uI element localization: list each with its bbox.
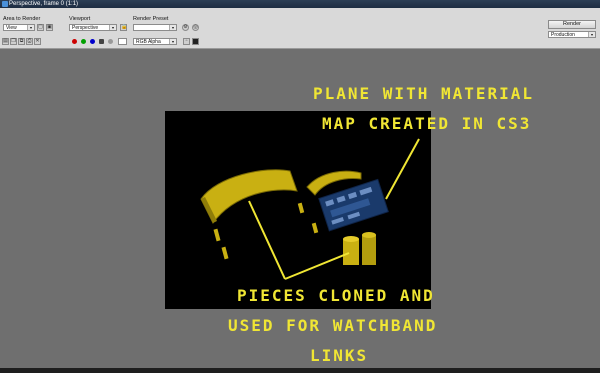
render-preset-dropdown[interactable]: ▾ xyxy=(133,24,177,31)
link-pin xyxy=(311,222,319,234)
taskbar-strip xyxy=(0,368,600,373)
render-viewport xyxy=(165,111,431,309)
viewport-value: Perspective xyxy=(72,25,99,31)
swatch-icon[interactable] xyxy=(118,38,127,45)
display-channel-value: RGB Alpha xyxy=(136,39,161,45)
cylinder-link xyxy=(343,232,376,265)
watch-face-plane xyxy=(318,178,389,232)
annotation-plane-line-2: MAP CREATED IN CS3 xyxy=(322,114,532,133)
production-value: Production xyxy=(551,32,575,38)
save-image-icon[interactable]: ▤ xyxy=(2,38,9,45)
annotation-pieces-line-2: USED FOR WATCHBAND xyxy=(228,316,438,335)
auto-region-button[interactable]: ▣ xyxy=(46,24,53,31)
area-to-render-label: Area to Render xyxy=(3,16,41,22)
band-piece-large xyxy=(200,169,298,224)
chevron-down-icon: ▾ xyxy=(27,25,34,30)
alpha-channel-icon[interactable] xyxy=(99,39,104,44)
environment-icon[interactable]: ◎ xyxy=(192,24,199,31)
annotation-pieces-line-3: LINKS xyxy=(310,346,369,365)
monochrome-icon[interactable] xyxy=(108,39,113,44)
viewport-dropdown[interactable]: Perspective ▾ xyxy=(69,24,117,31)
toggle-ui-icon[interactable] xyxy=(192,38,199,45)
title-bar: Perspective, frame 0 (1:1) xyxy=(0,0,600,8)
link-pin xyxy=(297,202,305,214)
lock-icon[interactable]: 🔒 xyxy=(120,24,127,31)
clear-icon[interactable]: ✕ xyxy=(34,38,41,45)
render-button[interactable]: Render xyxy=(548,20,596,29)
chevron-down-icon: ▾ xyxy=(109,25,116,30)
viewport-label: Viewport xyxy=(69,16,91,22)
chevron-down-icon: ▾ xyxy=(169,25,176,30)
app-icon xyxy=(2,1,8,7)
area-to-render-value: View xyxy=(6,25,17,31)
edit-region-button[interactable]: ▢ xyxy=(37,24,44,31)
scene-render xyxy=(200,138,420,280)
blue-channel-icon[interactable] xyxy=(90,39,95,44)
render-preset-label: Render Preset xyxy=(133,16,169,22)
chevron-down-icon: ▾ xyxy=(588,32,595,37)
render-setup-icon[interactable]: ⚙ xyxy=(182,24,189,31)
annotation-plane-line-1: PLANE WITH MATERIAL xyxy=(313,84,535,103)
clone-frame-icon[interactable]: ⧉ xyxy=(18,38,25,45)
chevron-down-icon: ▾ xyxy=(169,39,176,44)
display-channel-dropdown[interactable]: RGB Alpha ▾ xyxy=(133,38,177,45)
window-title: Perspective, frame 0 (1:1) xyxy=(9,1,79,7)
annotation-pieces-line-1: PIECES CLONED AND xyxy=(237,286,435,305)
pointer-line xyxy=(385,138,420,200)
render-toolbar: Area to Render View ▾ ▢ ▣ Viewport Persp… xyxy=(0,8,600,49)
red-channel-icon[interactable] xyxy=(72,39,77,44)
print-icon[interactable]: ⎙ xyxy=(26,38,33,45)
link-pin xyxy=(221,246,229,260)
production-dropdown[interactable]: Production ▾ xyxy=(548,31,596,38)
toggle-ui-overlays-icon[interactable]: ▫ xyxy=(183,38,190,45)
link-pin xyxy=(213,228,221,242)
pointer-line xyxy=(284,252,350,280)
green-channel-icon[interactable] xyxy=(81,39,86,44)
copy-image-icon[interactable]: ❐ xyxy=(10,38,17,45)
pointer-line xyxy=(248,200,286,280)
area-to-render-dropdown[interactable]: View ▾ xyxy=(3,24,35,31)
